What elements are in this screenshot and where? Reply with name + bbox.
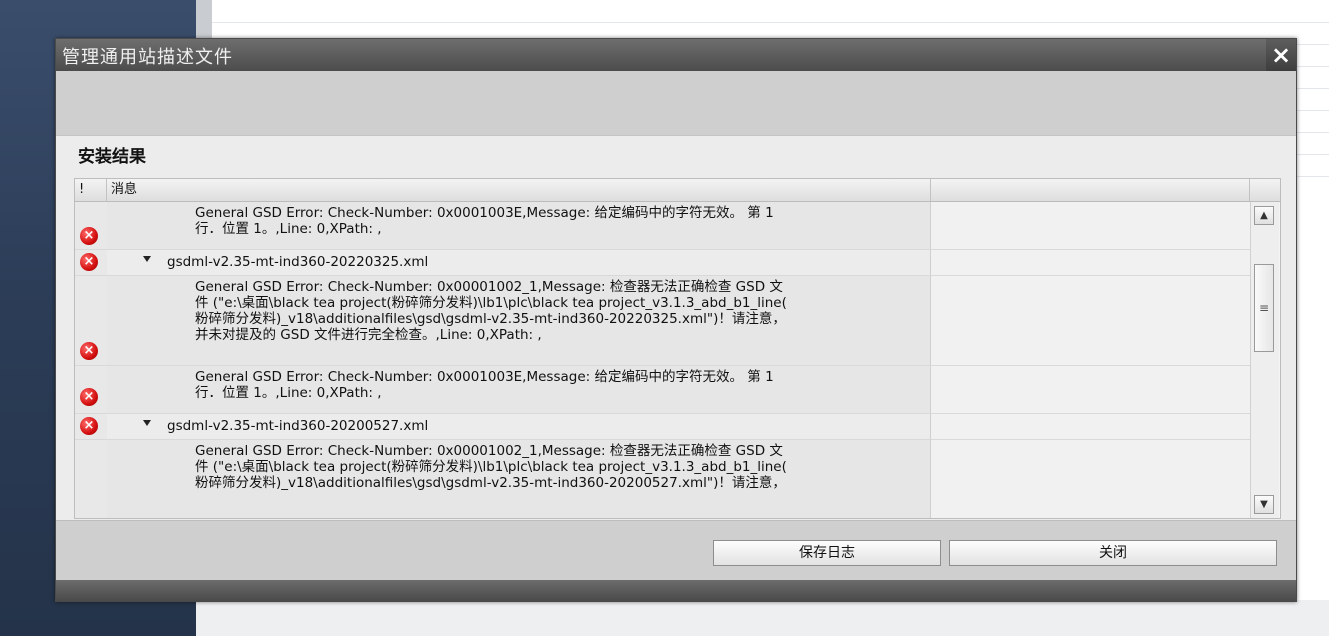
close-button[interactable]: 关闭 [949,540,1277,566]
message-text: General GSD Error: Check-Number: 0x00010… [195,205,774,237]
header-extra[interactable] [931,179,1250,201]
row-flag-cell: × [75,250,107,275]
header-message[interactable]: 消息 [107,179,931,201]
error-circle-icon: × [80,417,98,435]
row-extra-cell [931,202,1250,249]
row-extra-cell [931,414,1250,439]
row-flag-cell: × [75,202,107,249]
save-log-button[interactable]: 保存日志 [713,540,941,566]
table-row[interactable]: × gsdml-v2.35-mt-ind360-20200527.xml [75,414,1250,440]
message-text: General GSD Error: Check-Number: 0x00001… [195,279,787,343]
file-name: gsdml-v2.35-mt-ind360-20220325.xml [167,254,429,270]
table-header: ! 消息 [75,179,1280,202]
close-icon[interactable]: × [1266,39,1296,71]
dialog-footer [56,580,1296,601]
row-message-cell: General GSD Error: Check-Number: 0x00010… [107,366,931,413]
scroll-down-icon[interactable]: ▼ [1254,495,1274,514]
install-results-panel: 安装结果 ! 消息 × General GSD Error: Check-Num… [56,136,1296,520]
scroll-up-icon[interactable]: ▲ [1254,206,1274,225]
error-circle-icon: × [80,342,98,360]
background-line [212,22,1329,23]
dialog-title: 管理通用站描述文件 [62,47,233,68]
row-extra-cell [931,440,1250,518]
row-extra-cell [931,276,1250,365]
table-row[interactable]: General GSD Error: Check-Number: 0x00001… [75,440,1250,518]
error-circle-icon: × [80,227,98,245]
message-text: General GSD Error: Check-Number: 0x00010… [195,369,774,401]
table-row[interactable]: × gsdml-v2.35-mt-ind360-20220325.xml [75,250,1250,276]
row-message-cell: General GSD Error: Check-Number: 0x00010… [107,202,931,249]
scrollbar-thumb[interactable]: ≡ [1254,264,1274,352]
header-spacer [1250,179,1280,201]
header-flag[interactable]: ! [75,179,107,201]
dialog-titlebar[interactable]: 管理通用站描述文件 × [56,39,1296,71]
message-text: General GSD Error: Check-Number: 0x00001… [195,443,787,491]
results-table: ! 消息 × General GSD Error: Check-Number: … [74,178,1281,519]
error-circle-icon: × [80,388,98,406]
dialog-top-band [56,71,1296,136]
background-lower-panel [196,600,1329,636]
row-message-cell: General GSD Error: Check-Number: 0x00001… [107,276,931,365]
row-message-cell: gsdml-v2.35-mt-ind360-20200527.xml [107,414,931,439]
row-flag-cell: × [75,366,107,413]
row-flag-cell [75,440,107,518]
row-extra-cell [931,366,1250,413]
table-row[interactable]: × General GSD Error: Check-Number: 0x000… [75,276,1250,366]
table-row[interactable]: × General GSD Error: Check-Number: 0x000… [75,366,1250,414]
row-flag-cell: × [75,276,107,365]
expand-arrow-icon[interactable] [143,420,151,426]
row-message-cell: General GSD Error: Check-Number: 0x00001… [107,440,931,518]
table-body: × General GSD Error: Check-Number: 0x000… [75,202,1250,518]
section-title: 安装结果 [78,147,146,167]
file-name: gsdml-v2.35-mt-ind360-20200527.xml [167,418,429,434]
manage-gsd-dialog: 管理通用站描述文件 × 安装结果 ! 消息 × General GSD Erro… [55,38,1297,602]
vertical-scrollbar[interactable]: ▲ ≡ ▼ [1250,202,1279,518]
row-extra-cell [931,250,1250,275]
dialog-button-bar: 保存日志 关闭 [56,520,1296,581]
row-flag-cell: × [75,414,107,439]
expand-arrow-icon[interactable] [143,256,151,262]
table-row[interactable]: × General GSD Error: Check-Number: 0x000… [75,202,1250,250]
error-circle-icon: × [80,253,98,271]
row-message-cell: gsdml-v2.35-mt-ind360-20220325.xml [107,250,931,275]
